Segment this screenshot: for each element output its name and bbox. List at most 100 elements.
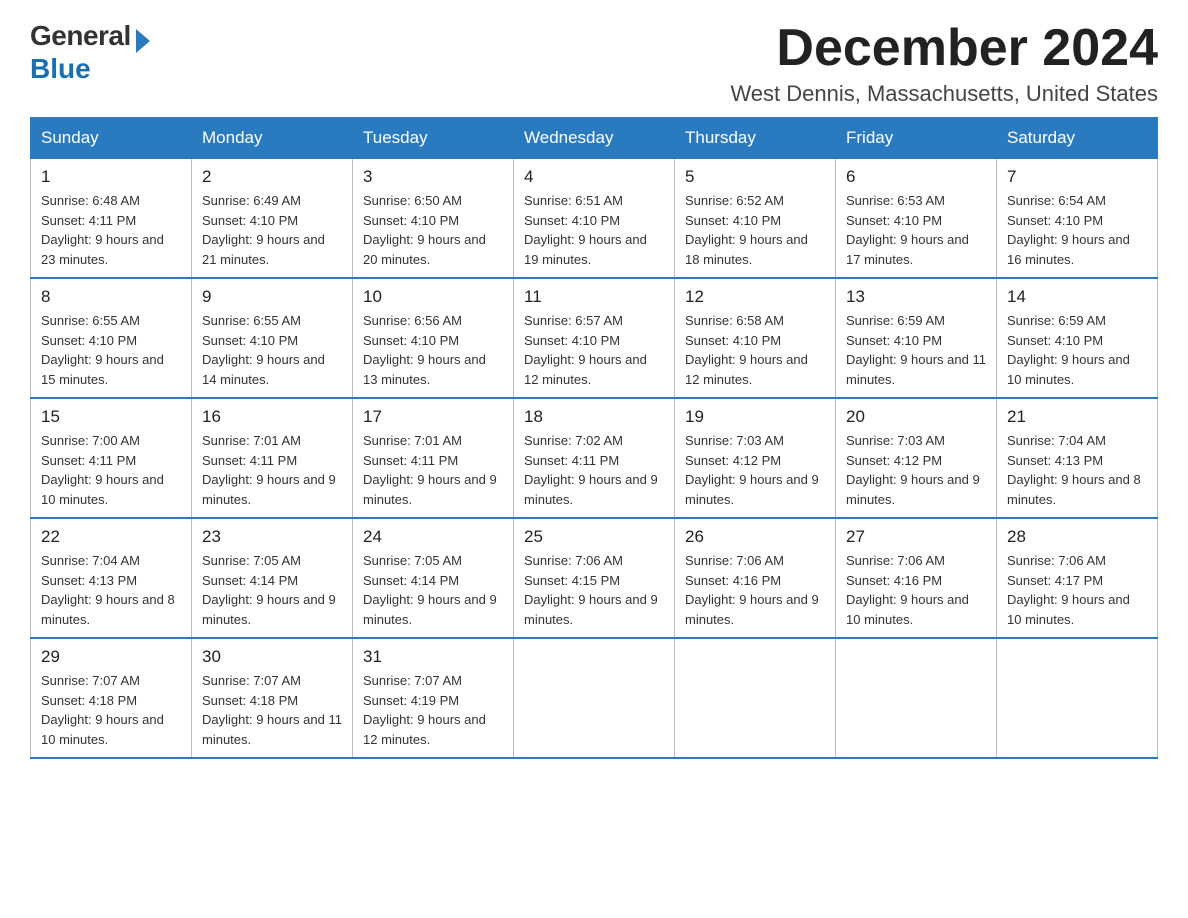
page-header: General Blue December 2024 West Dennis, … [30,20,1158,107]
day-number: 25 [524,527,664,547]
calendar-cell: 1 Sunrise: 6:48 AMSunset: 4:11 PMDaylight… [31,159,192,279]
calendar-cell: 10 Sunrise: 6:56 AMSunset: 4:10 PMDayligh… [353,278,514,398]
header-wednesday: Wednesday [514,118,675,159]
calendar-cell: 7 Sunrise: 6:54 AMSunset: 4:10 PMDaylight… [997,159,1158,279]
day-info: Sunrise: 6:58 AMSunset: 4:10 PMDaylight:… [685,311,825,389]
calendar-cell: 19 Sunrise: 7:03 AMSunset: 4:12 PMDayligh… [675,398,836,518]
day-number: 7 [1007,167,1147,187]
day-number: 18 [524,407,664,427]
calendar-body: 1 Sunrise: 6:48 AMSunset: 4:11 PMDaylight… [31,159,1158,759]
day-info: Sunrise: 7:06 AMSunset: 4:16 PMDaylight:… [846,551,986,629]
calendar-cell [997,638,1158,758]
day-info: Sunrise: 6:59 AMSunset: 4:10 PMDaylight:… [846,311,986,389]
day-number: 4 [524,167,664,187]
calendar-cell: 11 Sunrise: 6:57 AMSunset: 4:10 PMDayligh… [514,278,675,398]
calendar-cell: 26 Sunrise: 7:06 AMSunset: 4:16 PMDayligh… [675,518,836,638]
calendar-table: Sunday Monday Tuesday Wednesday Thursday… [30,117,1158,759]
calendar-cell: 31Sunrise: 7:07 AMSunset: 4:19 PMDayligh… [353,638,514,758]
day-number: 20 [846,407,986,427]
calendar-cell [675,638,836,758]
day-number: 3 [363,167,503,187]
calendar-cell: 24 Sunrise: 7:05 AMSunset: 4:14 PMDayligh… [353,518,514,638]
day-number: 14 [1007,287,1147,307]
calendar-cell: 13Sunrise: 6:59 AMSunset: 4:10 PMDayligh… [836,278,997,398]
calendar-cell: 9Sunrise: 6:55 AMSunset: 4:10 PMDaylight… [192,278,353,398]
calendar-cell: 22Sunrise: 7:04 AMSunset: 4:13 PMDayligh… [31,518,192,638]
day-info: Sunrise: 6:55 AMSunset: 4:10 PMDaylight:… [41,311,181,389]
calendar-cell: 20 Sunrise: 7:03 AMSunset: 4:12 PMDayligh… [836,398,997,518]
day-info: Sunrise: 7:05 AMSunset: 4:14 PMDaylight:… [363,551,503,629]
day-number: 29 [41,647,181,667]
calendar-cell [836,638,997,758]
week-row-3: 15 Sunrise: 7:00 AMSunset: 4:11 PMDayligh… [31,398,1158,518]
day-info: Sunrise: 6:56 AMSunset: 4:10 PMDaylight:… [363,311,503,389]
day-number: 27 [846,527,986,547]
day-number: 2 [202,167,342,187]
day-number: 23 [202,527,342,547]
day-info: Sunrise: 7:06 AMSunset: 4:16 PMDaylight:… [685,551,825,629]
calendar-cell: 27 Sunrise: 7:06 AMSunset: 4:16 PMDayligh… [836,518,997,638]
day-number: 12 [685,287,825,307]
logo-general-text: General [30,20,150,53]
calendar-cell: 5 Sunrise: 6:52 AMSunset: 4:10 PMDaylight… [675,159,836,279]
week-row-5: 29 Sunrise: 7:07 AMSunset: 4:18 PMDayligh… [31,638,1158,758]
day-number: 30 [202,647,342,667]
title-area: December 2024 West Dennis, Massachusetts… [730,20,1158,107]
day-info: Sunrise: 6:51 AMSunset: 4:10 PMDaylight:… [524,191,664,269]
day-number: 16 [202,407,342,427]
day-info: Sunrise: 6:59 AMSunset: 4:10 PMDaylight:… [1007,311,1147,389]
day-number: 24 [363,527,503,547]
header-tuesday: Tuesday [353,118,514,159]
calendar-cell: 8 Sunrise: 6:55 AMSunset: 4:10 PMDaylight… [31,278,192,398]
day-number: 8 [41,287,181,307]
day-info: Sunrise: 7:06 AMSunset: 4:15 PMDaylight:… [524,551,664,629]
day-number: 26 [685,527,825,547]
day-info: Sunrise: 7:03 AMSunset: 4:12 PMDaylight:… [846,431,986,509]
header-friday: Friday [836,118,997,159]
day-info: Sunrise: 7:02 AMSunset: 4:11 PMDaylight:… [524,431,664,509]
day-info: Sunrise: 6:57 AMSunset: 4:10 PMDaylight:… [524,311,664,389]
calendar-cell: 21 Sunrise: 7:04 AMSunset: 4:13 PMDayligh… [997,398,1158,518]
calendar-cell: 3 Sunrise: 6:50 AMSunset: 4:10 PMDaylight… [353,159,514,279]
day-info: Sunrise: 7:01 AMSunset: 4:11 PMDaylight:… [202,431,342,509]
calendar-cell: 14 Sunrise: 6:59 AMSunset: 4:10 PMDayligh… [997,278,1158,398]
calendar-cell: 17Sunrise: 7:01 AMSunset: 4:11 PMDayligh… [353,398,514,518]
day-info: Sunrise: 7:03 AMSunset: 4:12 PMDaylight:… [685,431,825,509]
day-number: 21 [1007,407,1147,427]
day-info: Sunrise: 7:04 AMSunset: 4:13 PMDaylight:… [1007,431,1147,509]
day-info: Sunrise: 6:49 AMSunset: 4:10 PMDaylight:… [202,191,342,269]
calendar-header: Sunday Monday Tuesday Wednesday Thursday… [31,118,1158,159]
day-number: 19 [685,407,825,427]
day-info: Sunrise: 7:07 AMSunset: 4:18 PMDaylight:… [41,671,181,749]
week-row-2: 8 Sunrise: 6:55 AMSunset: 4:10 PMDaylight… [31,278,1158,398]
calendar-cell: 6Sunrise: 6:53 AMSunset: 4:10 PMDaylight… [836,159,997,279]
calendar-cell: 18 Sunrise: 7:02 AMSunset: 4:11 PMDayligh… [514,398,675,518]
day-number: 9 [202,287,342,307]
calendar-cell: 29 Sunrise: 7:07 AMSunset: 4:18 PMDayligh… [31,638,192,758]
day-info: Sunrise: 7:00 AMSunset: 4:11 PMDaylight:… [41,431,181,509]
day-number: 1 [41,167,181,187]
day-number: 15 [41,407,181,427]
day-info: Sunrise: 6:54 AMSunset: 4:10 PMDaylight:… [1007,191,1147,269]
day-number: 5 [685,167,825,187]
day-info: Sunrise: 6:48 AMSunset: 4:11 PMDaylight:… [41,191,181,269]
month-title: December 2024 [730,20,1158,77]
day-info: Sunrise: 6:52 AMSunset: 4:10 PMDaylight:… [685,191,825,269]
header-row: Sunday Monday Tuesday Wednesday Thursday… [31,118,1158,159]
day-info: Sunrise: 7:01 AMSunset: 4:11 PMDaylight:… [363,431,503,509]
day-info: Sunrise: 6:53 AMSunset: 4:10 PMDaylight:… [846,191,986,269]
calendar-cell: 23Sunrise: 7:05 AMSunset: 4:14 PMDayligh… [192,518,353,638]
header-sunday: Sunday [31,118,192,159]
day-number: 22 [41,527,181,547]
day-number: 10 [363,287,503,307]
day-info: Sunrise: 7:07 AMSunset: 4:19 PMDaylight:… [363,671,503,749]
day-info: Sunrise: 6:50 AMSunset: 4:10 PMDaylight:… [363,191,503,269]
calendar-cell: 16 Sunrise: 7:01 AMSunset: 4:11 PMDayligh… [192,398,353,518]
header-monday: Monday [192,118,353,159]
calendar-cell: 25 Sunrise: 7:06 AMSunset: 4:15 PMDayligh… [514,518,675,638]
day-info: Sunrise: 7:06 AMSunset: 4:17 PMDaylight:… [1007,551,1147,629]
day-number: 11 [524,287,664,307]
calendar-cell: 4 Sunrise: 6:51 AMSunset: 4:10 PMDaylight… [514,159,675,279]
calendar-cell: 2 Sunrise: 6:49 AMSunset: 4:10 PMDaylight… [192,159,353,279]
location-title: West Dennis, Massachusetts, United State… [730,81,1158,107]
